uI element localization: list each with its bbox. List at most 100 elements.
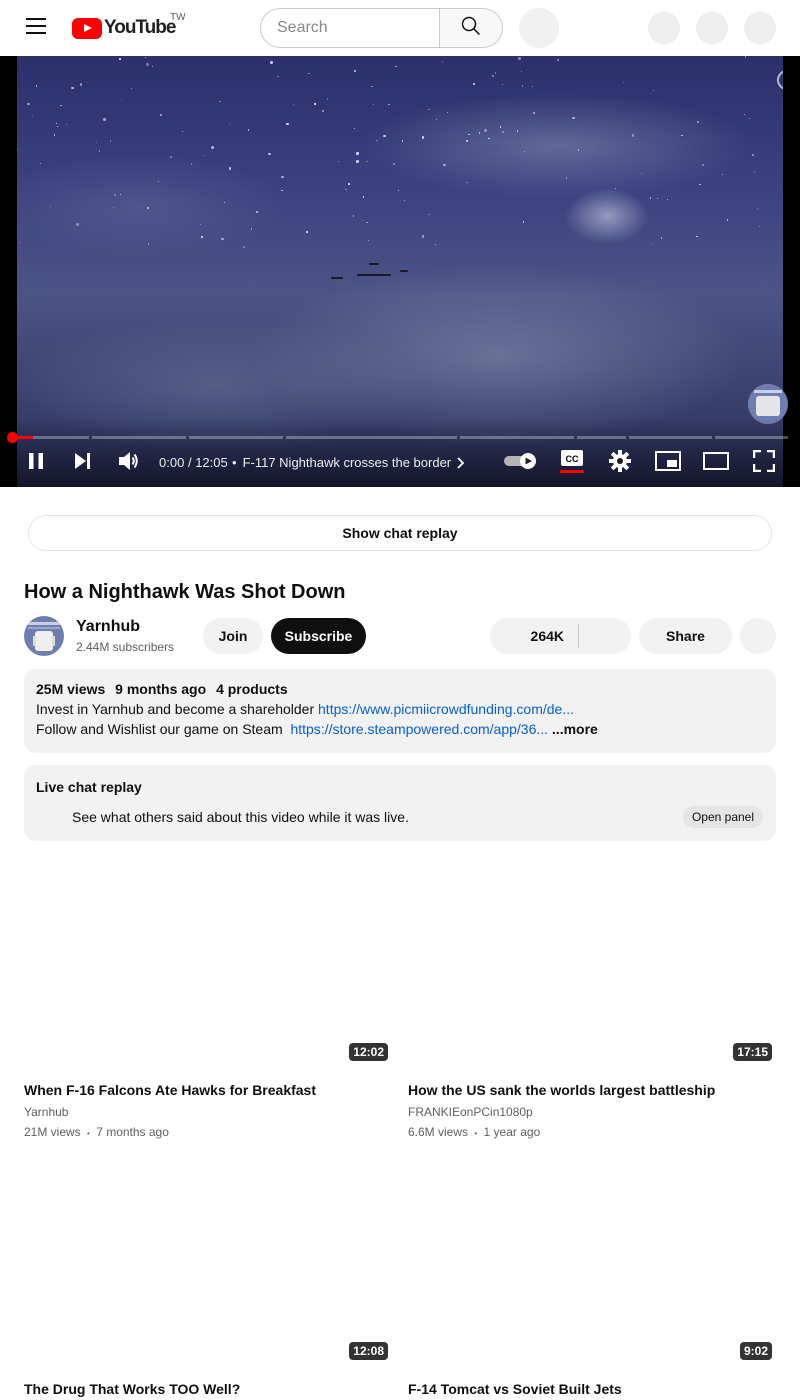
show-chat-replay-button[interactable]: Show chat replay [28,515,772,551]
menu-button[interactable] [16,8,56,48]
live-chat-title: Live chat replay [36,779,142,795]
like-button[interactable]: 264K [490,618,578,654]
join-button[interactable]: Join [203,618,263,654]
show-more-link[interactable]: ...more [552,721,598,737]
recommendation-card[interactable]: 12:08 The Drug That Works TOO Well? [24,1157,392,1400]
video-thumbnail[interactable]: 17:15 [408,858,776,1065]
video-thumbnail[interactable]: 12:02 [24,858,392,1065]
video-content-star [56,122,58,125]
voice-search-button[interactable] [519,8,559,48]
recommendation-title[interactable]: The Drug That Works TOO Well? [24,1381,240,1397]
view-count: 25M views [36,681,106,697]
miniplayer-button[interactable] [644,439,692,487]
video-content-star [31,114,34,117]
description-text: Invest in Yarnhub and become a sharehold… [36,701,319,717]
video-content-star [520,70,522,72]
video-content-star [521,85,523,87]
video-content-star [308,73,310,75]
video-content-star [112,206,115,208]
subscribe-button[interactable]: Subscribe [271,618,366,654]
account-avatar-button[interactable] [744,12,776,44]
volume-button[interactable] [105,439,153,487]
theater-mode-icon [703,451,729,475]
settings-button[interactable] [596,439,644,487]
crowdfunding-link[interactable]: https://www.picmiicrowdfunding.com/de... [318,701,574,717]
video-content-star [170,156,172,158]
description-meta: 25M views 9 months ago 4 products [36,681,764,701]
video-content-star [356,160,359,163]
video-content-star [758,225,760,228]
video-content-star [314,103,316,105]
youtube-logo[interactable]: YouTube [72,16,176,40]
like-count: 264K [530,628,564,644]
pause-icon [27,452,45,475]
video-content-star [488,137,490,140]
video-content-star [202,155,205,157]
video-content-star [753,171,755,174]
video-content-star [71,86,74,90]
recommendation-title[interactable]: When F-16 Falcons Ate Hawks for Breakfas… [24,1082,316,1098]
video-content-star [256,211,258,213]
video-content-star [443,163,446,167]
video-content-star [499,126,502,128]
video-content-star [524,150,526,153]
theater-mode-button[interactable] [692,439,740,487]
live-chat-replay-panel: Live chat replay See what others said ab… [24,765,776,841]
chapter-button[interactable]: • F-117 Nighthawk crosses the border [232,455,465,470]
video-content-star [242,245,246,249]
video-content-star [286,122,289,125]
video-content-star [428,109,430,111]
video-content-star [366,221,368,224]
description-line: Follow and Wishlist our game on Steam ht… [36,721,764,741]
channel-avatar[interactable] [24,616,64,656]
video-thumbnail[interactable]: 12:08 [24,1157,392,1364]
video-content-star [696,236,698,238]
recommendation-views: 21M views [24,1125,81,1139]
share-button[interactable]: Share [639,618,732,654]
video-content-star [371,85,373,88]
subscriber-count: 2.44M subscribers [76,640,175,654]
video-content-star [250,228,253,230]
video-content-star [388,103,390,105]
logo-text: YouTube [104,17,176,38]
video-content-star [224,201,226,203]
pause-button[interactable] [12,439,60,487]
notifications-button[interactable] [696,12,728,44]
video-content-star [484,129,487,132]
video-content-star [281,189,283,191]
meta-separator: • [87,1129,90,1138]
video-content-star [103,118,106,121]
recommendation-card[interactable]: 17:15 How the US sank the worlds largest… [408,858,776,1158]
video-content-star [119,58,121,60]
next-button[interactable] [58,439,106,487]
autoplay-toggle-icon [504,452,538,474]
recommendation-channel[interactable]: FRANKIEonPCin1080p [408,1105,533,1119]
channel-name[interactable]: Yarnhub [76,618,140,636]
video-thumbnail[interactable]: 9:02 [408,1157,776,1364]
recommendation-card[interactable]: 12:02 When F-16 Falcons Ate Hawks for Br… [24,858,392,1158]
dislike-button[interactable] [579,618,631,654]
search-box[interactable] [260,8,440,48]
video-content-star [434,244,436,246]
video-content-star [756,207,759,210]
more-actions-button[interactable] [740,618,776,654]
recommendation-channel[interactable]: Yarnhub [24,1105,68,1119]
video-content-star [306,231,308,233]
video-content-star [726,219,729,221]
video-content-star [721,173,724,175]
recommendation-title[interactable]: F-14 Tomcat vs Soviet Built Jets [408,1381,622,1397]
recommendation-meta: 6.6M views • 1 year ago [408,1125,540,1139]
autoplay-toggle[interactable] [497,439,545,487]
recommendation-card[interactable]: 9:02 F-14 Tomcat vs Soviet Built Jets [408,1157,776,1400]
fullscreen-button[interactable] [740,439,788,487]
open-panel-button[interactable]: Open panel [683,806,763,828]
create-button[interactable] [648,12,680,44]
video-content-star [66,123,68,125]
description-box[interactable]: 25M views 9 months ago 4 products Invest… [24,669,776,753]
search-input[interactable] [277,19,440,37]
search-button[interactable] [439,8,503,48]
video-player[interactable]: i 0:00 [0,56,800,487]
steam-link[interactable]: https://store.steampowered.com/app/36... [290,721,548,737]
captions-button[interactable]: CC [548,439,596,487]
recommendation-title[interactable]: How the US sank the worlds largest battl… [408,1082,715,1098]
